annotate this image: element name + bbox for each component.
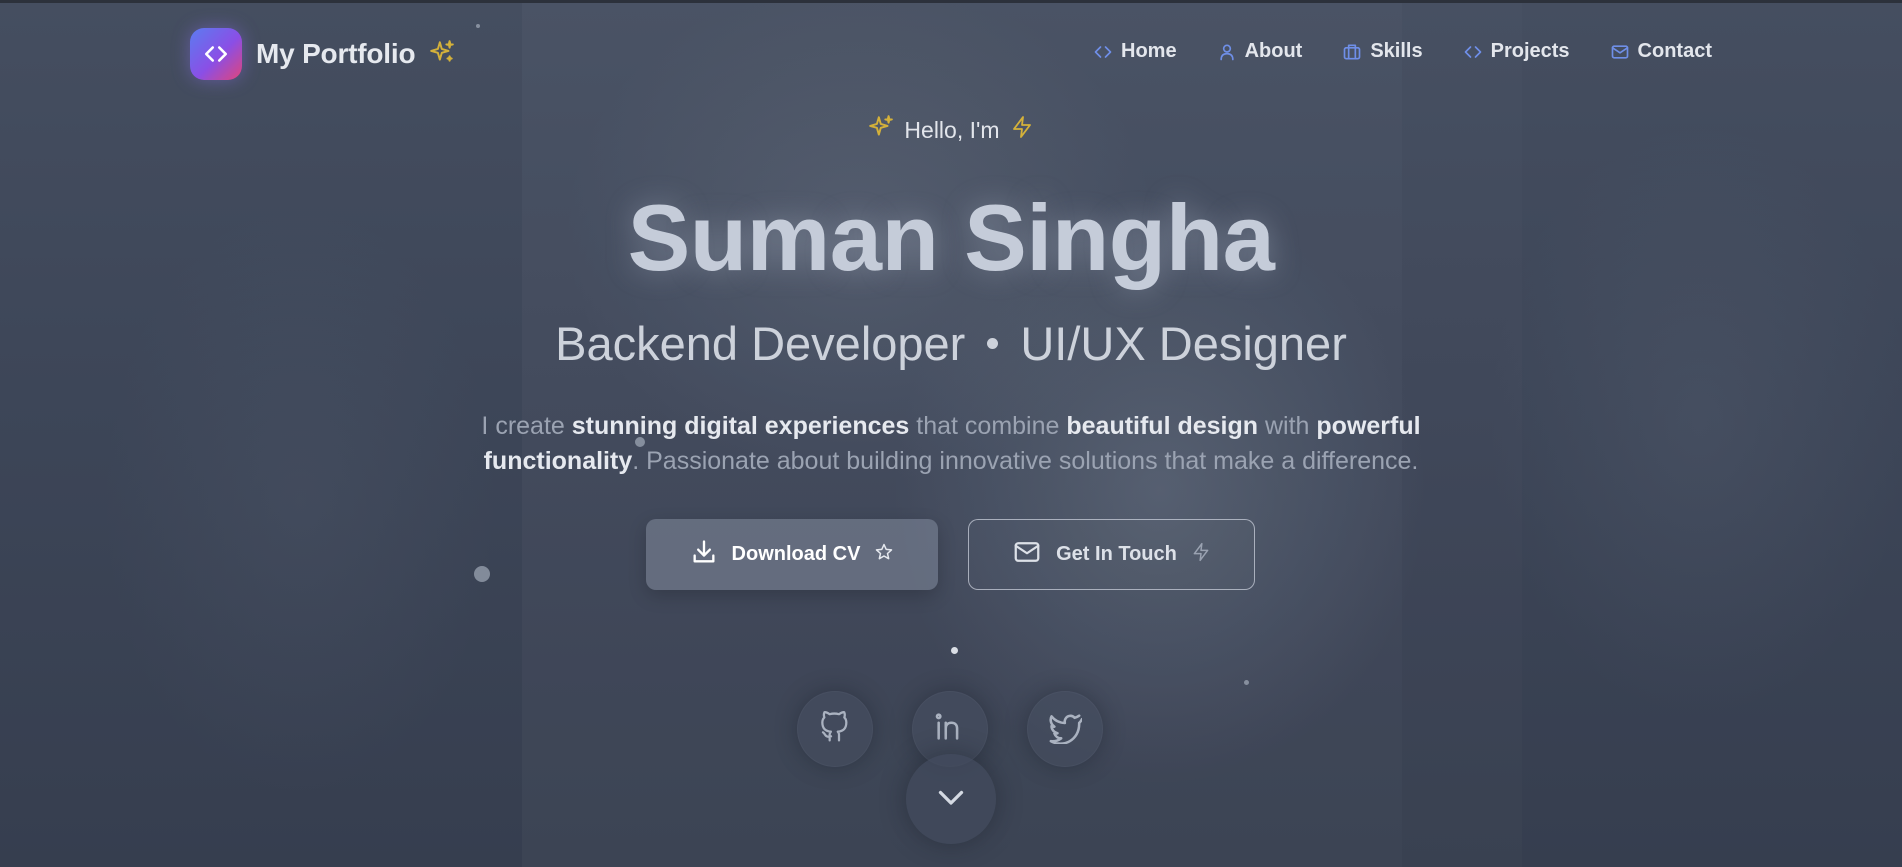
nav-label: Skills	[1370, 40, 1423, 62]
download-cv-label: Download CV	[731, 543, 861, 565]
desc-text: that combine	[909, 412, 1067, 440]
scroll-down-button[interactable]	[906, 754, 996, 844]
mail-icon	[1012, 537, 1042, 573]
nav-item-home[interactable]: Home	[1093, 40, 1177, 63]
hero-name: Suman Singha	[627, 185, 1275, 290]
nav-label: Home	[1121, 40, 1177, 62]
role-primary: Backend Developer	[555, 317, 966, 370]
brand[interactable]: My Portfolio	[190, 28, 455, 80]
twitter-link[interactable]	[1027, 691, 1103, 767]
role-separator	[987, 338, 999, 349]
desc-highlight: stunning digital experiences	[571, 412, 910, 440]
code-icon	[1463, 42, 1483, 62]
chevron-down-icon	[933, 779, 969, 820]
mail-icon	[1610, 42, 1630, 62]
particle-dot	[1244, 680, 1249, 685]
nav-item-skills[interactable]: Skills	[1342, 40, 1423, 63]
get-in-touch-label: Get In Touch	[1056, 543, 1177, 565]
user-icon	[1217, 42, 1237, 62]
role-secondary: UI/UX Designer	[1020, 317, 1347, 370]
code-icon	[1093, 42, 1113, 62]
github-link[interactable]	[797, 691, 873, 767]
particle-dot	[474, 566, 490, 582]
hero-description: I create stunning digital experiences th…	[430, 409, 1472, 479]
twitter-icon	[1048, 710, 1084, 749]
desc-text: . Passionate about building innovative s…	[632, 447, 1419, 475]
nav-item-projects[interactable]: Projects	[1463, 40, 1570, 63]
nav-label: Contact	[1637, 40, 1712, 62]
nav-label: About	[1244, 40, 1303, 62]
greeting: Hello, I'm	[0, 114, 1902, 146]
desc-highlight: beautiful design	[1066, 412, 1259, 440]
nav-item-contact[interactable]: Contact	[1610, 40, 1712, 63]
main-nav: Home About Skills Projects Contact	[1093, 40, 1712, 63]
nav-label: Projects	[1490, 40, 1570, 62]
window-top-border	[0, 0, 1902, 3]
hero-roles: Backend Developer UI/UX Designer	[0, 316, 1902, 371]
star-icon	[874, 542, 894, 568]
sparkles-icon	[868, 114, 894, 146]
desc-text: I create	[481, 412, 572, 440]
desc-text: with	[1258, 412, 1317, 440]
lightning-icon	[1010, 115, 1034, 145]
linkedin-icon	[933, 710, 967, 749]
github-icon	[819, 710, 851, 748]
code-icon	[190, 28, 242, 80]
briefcase-icon	[1342, 42, 1362, 62]
nav-item-about[interactable]: About	[1217, 40, 1303, 63]
particle-dot	[476, 24, 480, 28]
get-in-touch-button[interactable]: Get In Touch	[968, 519, 1255, 590]
brand-title: My Portfolio	[256, 38, 416, 69]
greeting-text: Hello, I'm	[904, 116, 1000, 143]
sparkles-icon	[429, 39, 455, 70]
download-icon	[690, 538, 718, 572]
lightning-icon	[1191, 542, 1211, 568]
particle-dot	[951, 647, 958, 654]
download-cv-button[interactable]: Download CV	[646, 519, 938, 590]
